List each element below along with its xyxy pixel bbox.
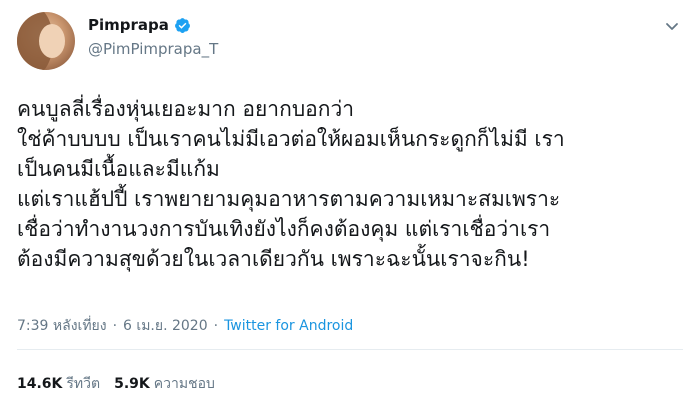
tweet-stats: 14.6K รีทวีต 5.9K ความชอบ <box>17 373 215 395</box>
user-handle[interactable]: @PimPimprapa_T <box>88 40 218 58</box>
tweet-line: แต่เราแฮ้ปปี้ เราพยายามคุมอาหารตามความเห… <box>17 187 561 211</box>
likes-label: ความชอบ <box>153 376 215 392</box>
tweet-date[interactable]: 6 เม.ย. 2020 <box>123 315 208 337</box>
likes-stat[interactable]: 5.9K ความชอบ <box>114 373 215 395</box>
avatar[interactable] <box>17 12 75 70</box>
tweet-source-link[interactable]: Twitter for Android <box>224 318 353 334</box>
avatar-face <box>39 24 65 58</box>
tweet-text: คนบูลลี่เรื่องหุ่นเยอะมาก อยากบอกว่า ใช่… <box>17 94 687 274</box>
tweet-meta: 7:39 หลังเที่ยง · 6 เม.ย. 2020 · Twitter… <box>17 315 353 337</box>
retweets-label: รีทวีต <box>66 376 101 392</box>
tweet-line: เชื่อว่าทำงานวงการบันเทิงยังไงก็คงต้องคุ… <box>17 217 551 241</box>
tweet-line: เป็นคนมีเนื้อและมีแก้ม <box>17 157 220 181</box>
author-name-row: Pimprapa <box>88 16 191 34</box>
meta-separator: · <box>112 318 118 334</box>
retweets-stat[interactable]: 14.6K รีทวีต <box>17 373 100 395</box>
chevron-down-icon[interactable] <box>664 18 680 34</box>
tweet-time[interactable]: 7:39 หลังเที่ยง <box>17 315 107 337</box>
likes-count: 5.9K <box>114 376 150 392</box>
tweet-line: คนบูลลี่เรื่องหุ่นเยอะมาก อยากบอกว่า <box>17 97 355 121</box>
tweet-line: ต้องมีความสุขด้วยในเวลาเดียวกัน เพราะฉะน… <box>17 247 530 271</box>
verified-badge-icon <box>174 17 191 34</box>
retweets-count: 14.6K <box>17 376 63 392</box>
display-name[interactable]: Pimprapa <box>88 16 169 34</box>
divider <box>17 349 683 350</box>
meta-separator: · <box>213 318 219 334</box>
tweet-line: ใช่ค้าบบบบ เป็นเราคนไม่มีเอวต่อให้ผอมเห็… <box>17 127 565 151</box>
